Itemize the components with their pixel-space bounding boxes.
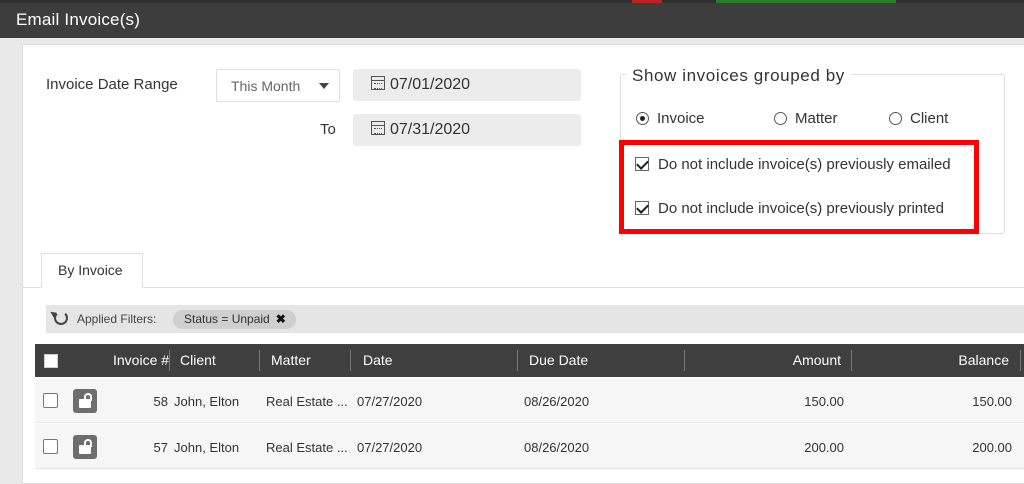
calendar-icon (371, 76, 385, 90)
unlock-icon[interactable] (73, 389, 97, 413)
row-checkbox[interactable] (43, 439, 58, 454)
date-range-label: Invoice Date Range (46, 76, 178, 93)
reset-filters-icon[interactable] (54, 311, 68, 325)
chevron-down-icon (319, 83, 329, 89)
column-date[interactable]: Date (363, 352, 393, 368)
to-date-value: 07/31/2020 (390, 121, 471, 138)
column-invoice[interactable]: Invoice # (113, 352, 169, 368)
date-range-select-value: This Month (231, 78, 301, 94)
table-header: Invoice # Client Matter Date Due Date Am… (35, 344, 1024, 377)
cell-date: 07/27/2020 (357, 394, 423, 409)
cell-due-date: 08/26/2020 (524, 440, 590, 455)
radio-selected-icon (636, 112, 649, 125)
date-range-select[interactable]: This Month (216, 69, 340, 102)
applied-filters-label: Applied Filters: (77, 312, 157, 326)
cell-invoice: 58 (153, 394, 168, 409)
cell-matter: Real Estate ... (266, 440, 348, 455)
table-row[interactable]: 58 John, Elton Real Estate ... 07/27/202… (35, 378, 1024, 423)
to-label: To (320, 121, 336, 138)
from-date-field[interactable]: 07/01/2020 (353, 69, 581, 101)
from-date-value: 07/01/2020 (390, 76, 471, 93)
cell-balance: 200.00 (972, 440, 1012, 455)
grouping-legend: Show invoices grouped by (626, 66, 851, 86)
cell-balance: 150.00 (972, 394, 1012, 409)
cell-amount: 200.00 (804, 440, 844, 455)
close-icon[interactable]: ✖ (276, 312, 286, 326)
radio-unselected-icon (774, 112, 787, 125)
radio-unselected-icon (889, 112, 902, 125)
tab-divider (23, 287, 1024, 288)
filter-bar: Applied Filters: Status = Unpaid ✖ (46, 305, 1024, 333)
radio-client[interactable]: Client (889, 110, 948, 127)
column-amount[interactable]: Amount (755, 352, 841, 368)
radio-invoice-label: Invoice (657, 110, 705, 127)
column-matter[interactable]: Matter (271, 352, 311, 368)
radio-matter-label: Matter (795, 110, 838, 127)
cell-client: John, Elton (174, 394, 240, 409)
calendar-icon (371, 121, 385, 135)
tab-by-invoice[interactable]: By Invoice (41, 253, 143, 288)
column-client[interactable]: Client (180, 352, 216, 368)
radio-invoice[interactable]: Invoice (636, 110, 705, 127)
cell-invoice: 57 (153, 440, 168, 455)
dialog-title: Email Invoice(s) (0, 3, 1024, 38)
filter-chip[interactable]: Status = Unpaid ✖ (173, 310, 296, 329)
column-due-date[interactable]: Due Date (529, 352, 588, 368)
table-row[interactable]: 57 John, Elton Real Estate ... 07/27/202… (35, 424, 1024, 469)
cell-client: John, Elton (174, 440, 240, 455)
highlight-box (619, 140, 979, 234)
unlock-icon[interactable] (73, 435, 97, 459)
radio-matter[interactable]: Matter (774, 110, 838, 127)
to-date-field[interactable]: 07/31/2020 (353, 114, 581, 146)
filter-chip-text: Status = Unpaid (184, 312, 270, 326)
cell-amount: 150.00 (804, 394, 844, 409)
cell-date: 07/27/2020 (357, 440, 423, 455)
select-all-checkbox[interactable] (44, 354, 58, 368)
column-balance[interactable]: Balance (915, 352, 1009, 368)
radio-client-label: Client (910, 110, 949, 127)
cell-matter: Real Estate ... (266, 394, 348, 409)
cell-due-date: 08/26/2020 (524, 394, 590, 409)
row-checkbox[interactable] (43, 393, 58, 408)
